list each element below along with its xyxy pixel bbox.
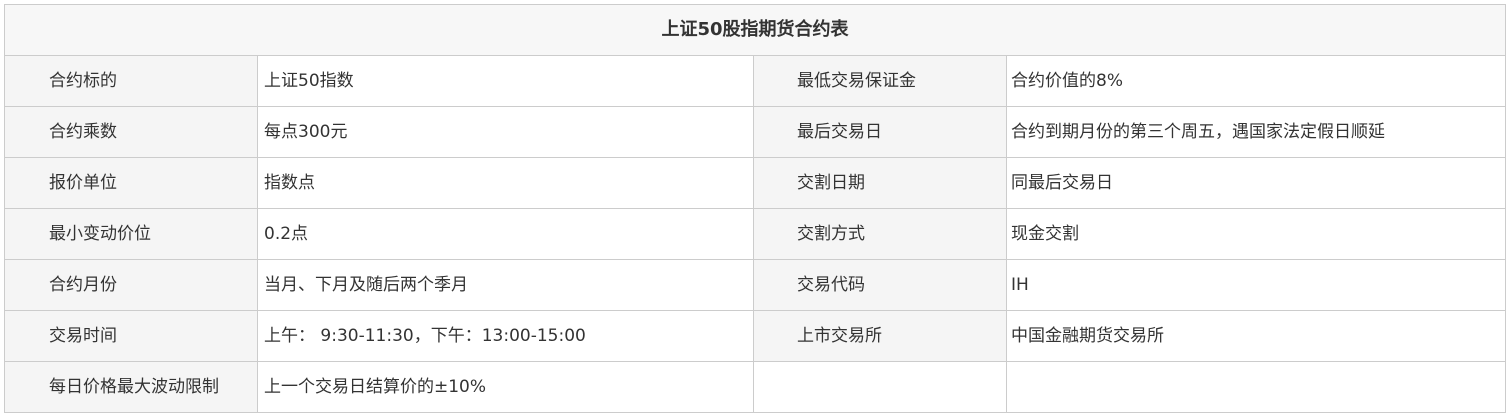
field-label: 交易代码	[753, 259, 1007, 311]
field-value: IH	[1006, 259, 1506, 311]
field-value: 上证50指数	[257, 55, 754, 107]
field-label: 交易时间	[4, 310, 258, 362]
empty-cell	[1006, 361, 1506, 413]
table-row: 合约标的 上证50指数 最低交易保证金 合约价值的8%	[4, 55, 1506, 107]
field-value: 上午： 9:30-11:30，下午：13:00-15:00	[257, 310, 754, 362]
field-label: 最小变动价位	[4, 208, 258, 260]
table-row: 合约乘数 每点300元 最后交易日 合约到期月份的第三个周五，遇国家法定假日顺延	[4, 106, 1506, 158]
field-label: 交割日期	[753, 157, 1007, 209]
field-label: 上市交易所	[753, 310, 1007, 362]
field-value: 同最后交易日	[1006, 157, 1506, 209]
field-label: 最后交易日	[753, 106, 1007, 158]
empty-cell	[753, 361, 1007, 413]
contract-table-container: 上证50股指期货合约表 合约标的 上证50指数 最低交易保证金 合约价值的8% …	[4, 4, 1506, 413]
field-value: 当月、下月及随后两个季月	[257, 259, 754, 311]
field-value: 上一个交易日结算价的±10%	[257, 361, 754, 413]
table-row: 交易时间 上午： 9:30-11:30，下午：13:00-15:00 上市交易所…	[4, 310, 1506, 362]
table-row: 最小变动价位 0.2点 交割方式 现金交割	[4, 208, 1506, 260]
field-value: 现金交割	[1006, 208, 1506, 260]
field-value: 0.2点	[257, 208, 754, 260]
table-title-row: 上证50股指期货合约表	[4, 4, 1506, 56]
field-value: 中国金融期货交易所	[1006, 310, 1506, 362]
table-row: 合约月份 当月、下月及随后两个季月 交易代码 IH	[4, 259, 1506, 311]
field-value: 每点300元	[257, 106, 754, 158]
field-value: 合约价值的8%	[1006, 55, 1506, 107]
field-label: 合约标的	[4, 55, 258, 107]
table-title: 上证50股指期货合约表	[4, 4, 1506, 56]
field-label: 每日价格最大波动限制	[4, 361, 258, 413]
field-label: 最低交易保证金	[753, 55, 1007, 107]
table-row: 每日价格最大波动限制 上一个交易日结算价的±10%	[4, 361, 1506, 413]
field-label: 合约月份	[4, 259, 258, 311]
field-label: 交割方式	[753, 208, 1007, 260]
field-label: 合约乘数	[4, 106, 258, 158]
field-label: 报价单位	[4, 157, 258, 209]
table-row: 报价单位 指数点 交割日期 同最后交易日	[4, 157, 1506, 209]
contract-table: 上证50股指期货合约表 合约标的 上证50指数 最低交易保证金 合约价值的8% …	[4, 4, 1506, 413]
field-value: 指数点	[257, 157, 754, 209]
field-value: 合约到期月份的第三个周五，遇国家法定假日顺延	[1006, 106, 1506, 158]
